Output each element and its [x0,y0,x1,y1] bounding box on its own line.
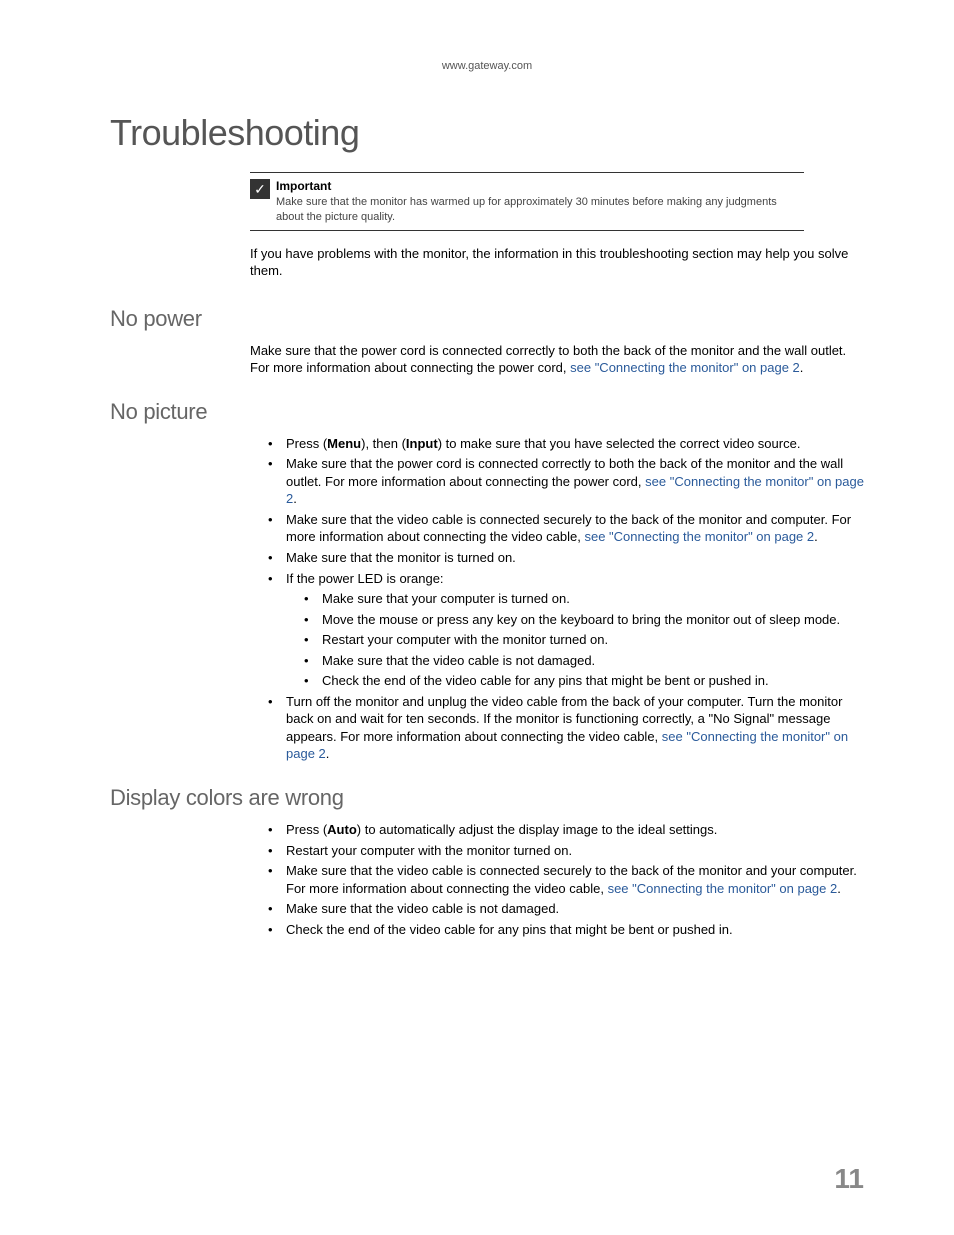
check-icon: ✓ [250,179,270,199]
t: . [814,529,818,544]
header-url: www.gateway.com [110,60,864,72]
link-connecting-monitor[interactable]: see "Connecting the monitor" on page 2 [584,529,814,544]
no-power-body-post: . [800,360,804,375]
t: . [293,491,297,506]
list-item: Check the end of the video cable for any… [286,672,864,690]
list-item: Restart your computer with the monitor t… [250,842,864,860]
list-item: Make sure that the video cable is connec… [250,862,864,897]
list-item: Turn off the monitor and unplug the vide… [250,693,864,763]
section-display-colors-title: Display colors are wrong [110,785,864,811]
link-connecting-monitor[interactable]: see "Connecting the monitor" on page 2 [608,881,838,896]
important-text: Important Make sure that the monitor has… [276,178,804,225]
t: . [326,746,330,761]
t: ) to make sure that you have selected th… [438,436,801,451]
list-item: Make sure that the video cable is connec… [250,511,864,546]
important-label: Important [276,179,331,193]
t: ), then ( [361,436,406,451]
t: Menu [327,436,361,451]
list-item: Restart your computer with the monitor t… [286,631,864,649]
page-title: Troubleshooting [110,112,864,154]
list-item: Press (Menu), then (Input) to make sure … [250,435,864,453]
list-item: Make sure that the video cable is not da… [250,900,864,918]
important-body: Make sure that the monitor has warmed up… [276,196,777,223]
list-item: Make sure that the power cord is connect… [250,455,864,508]
list-item: Check the end of the video cable for any… [250,921,864,939]
t: Press ( [286,822,327,837]
t: Auto [327,822,357,837]
t: . [837,881,841,896]
t: If the power LED is orange: [286,571,444,586]
t: Press ( [286,436,327,451]
page-number: 11 [834,1163,864,1195]
t: Input [406,436,438,451]
no-picture-list: Press (Menu), then (Input) to make sure … [250,435,864,763]
display-colors-list: Press (Auto) to automatically adjust the… [250,821,864,938]
intro-text: If you have problems with the monitor, t… [250,245,864,280]
section-no-power-title: No power [110,306,864,332]
sub-bullet-list: Make sure that your computer is turned o… [286,590,864,690]
list-item: Make sure that the monitor is turned on. [250,549,864,567]
section-no-picture-title: No picture [110,399,864,425]
link-connecting-monitor[interactable]: see "Connecting the monitor" on page 2 [570,360,800,375]
list-item: Move the mouse or press any key on the k… [286,611,864,629]
list-item: Make sure that your computer is turned o… [286,590,864,608]
important-box: ✓ Important Make sure that the monitor h… [250,172,804,231]
t: ) to automatically adjust the display im… [357,822,718,837]
list-item: Press (Auto) to automatically adjust the… [250,821,864,839]
list-item: Make sure that the video cable is not da… [286,652,864,670]
list-item: If the power LED is orange: Make sure th… [250,570,864,690]
section-no-power-body: Make sure that the power cord is connect… [250,342,864,377]
